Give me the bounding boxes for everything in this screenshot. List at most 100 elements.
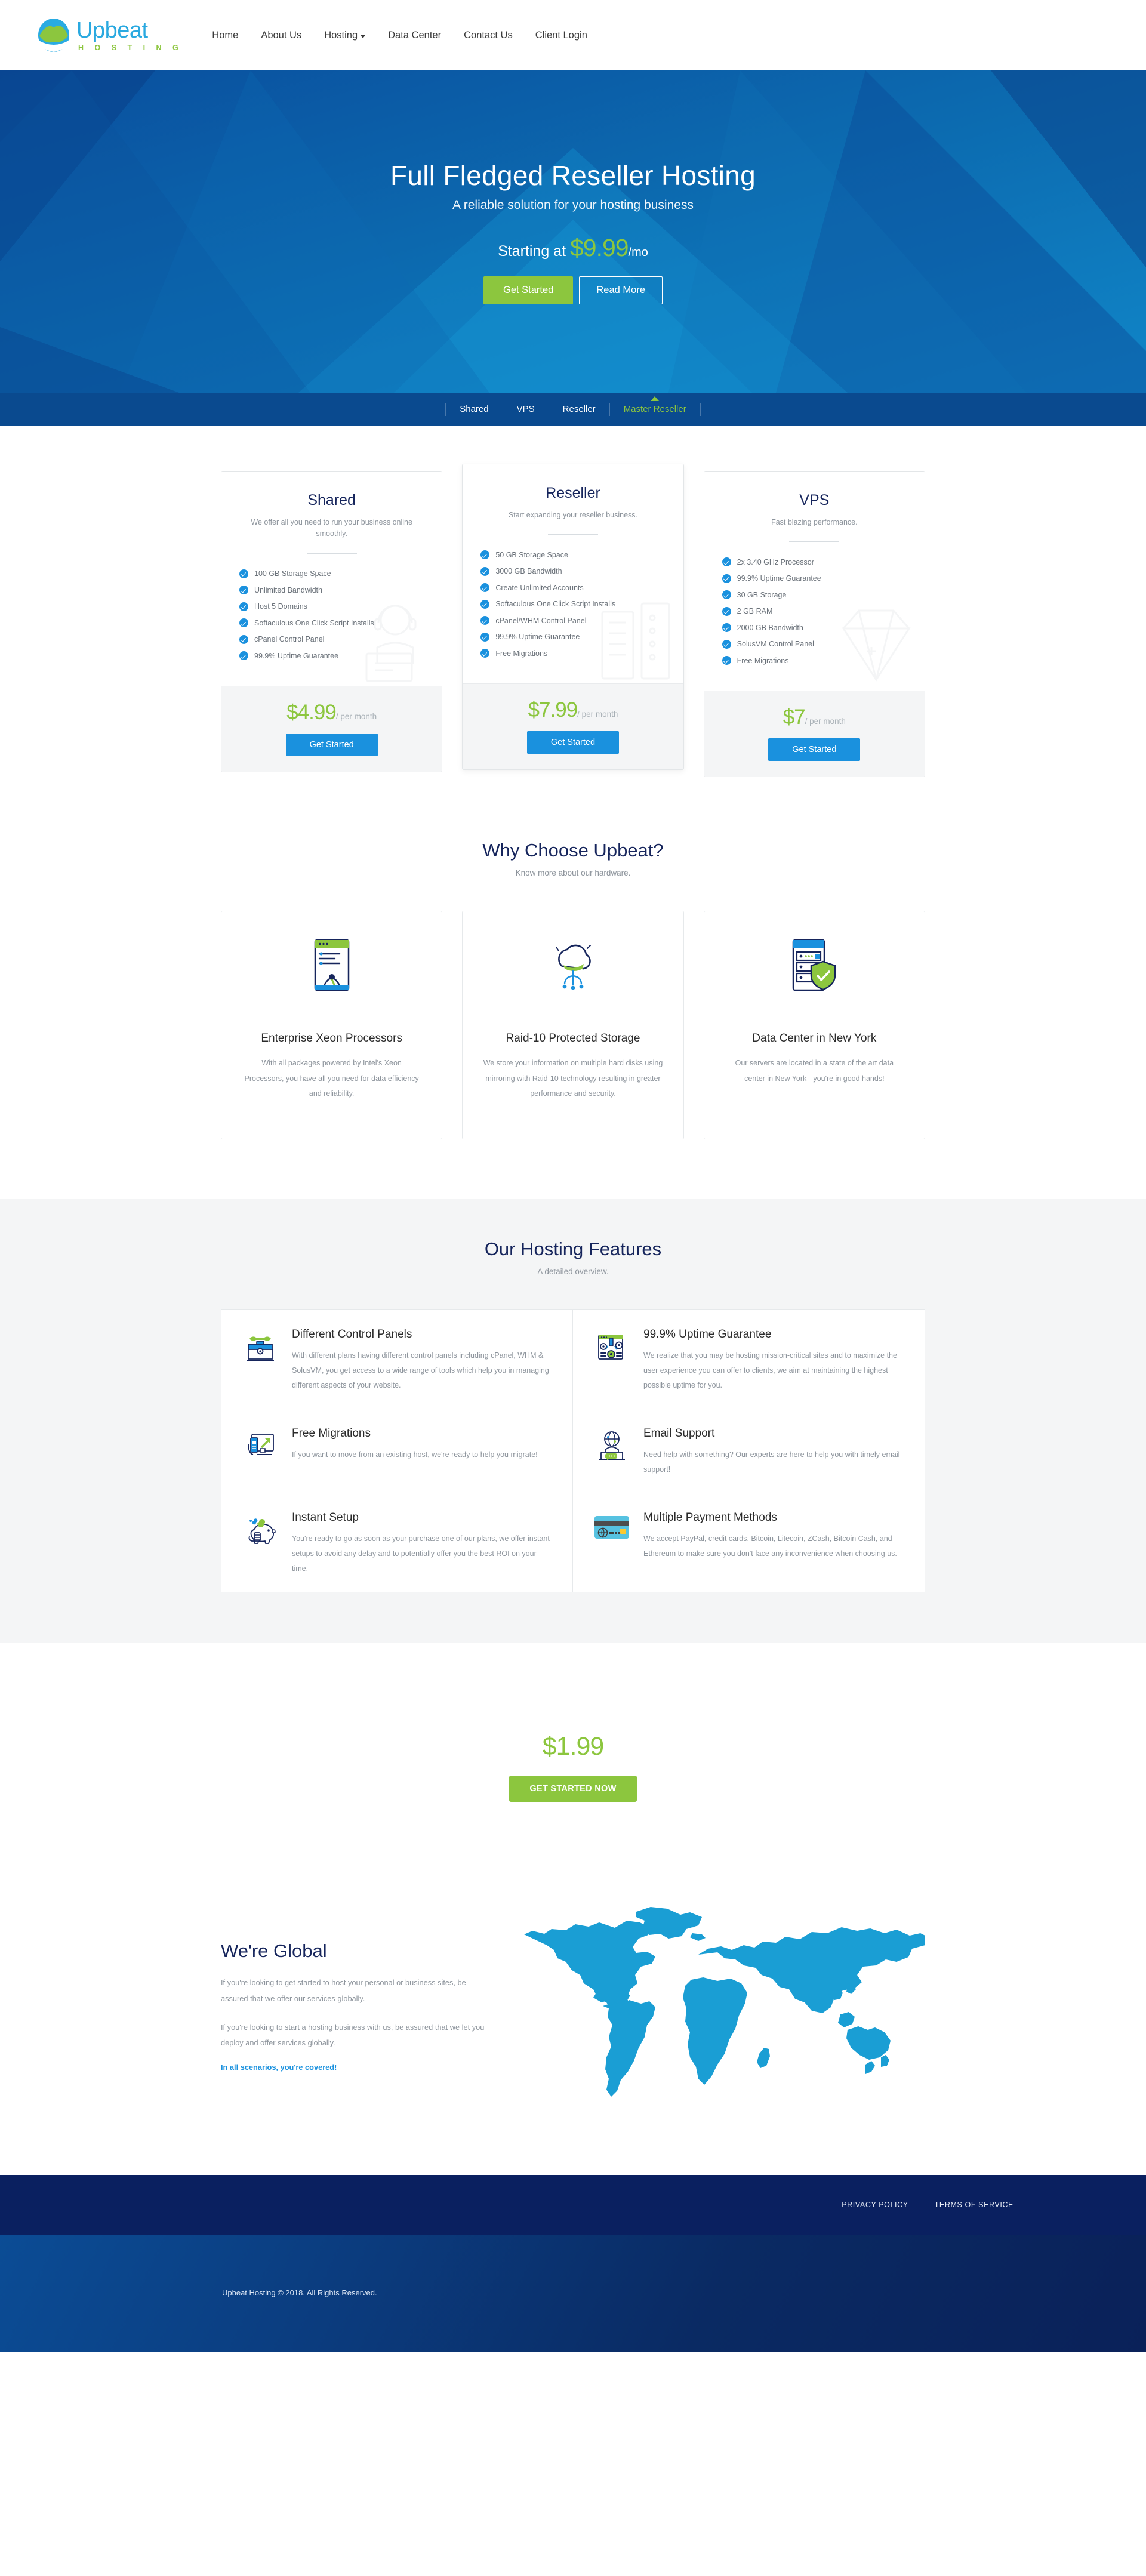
tab-reseller[interactable]: Reseller — [549, 403, 610, 416]
feature-label: 2 GB RAM — [737, 607, 773, 616]
feature-title: 99.9% Uptime Guarantee — [643, 1327, 772, 1341]
footer-link-privacy-policy[interactable]: PRIVACY POLICY — [842, 2201, 908, 2209]
hero-get-started-button[interactable]: Get Started — [483, 276, 574, 304]
global-inner: We're Global If you're looking to get st… — [221, 1903, 930, 2103]
feature-body: We realize that you may be hosting missi… — [643, 1351, 897, 1389]
feature-label: 3000 GB Bandwidth — [495, 567, 562, 576]
feature-label: SolusVM Control Panel — [737, 640, 814, 649]
plan-feature: 100 GB Storage Space — [239, 569, 424, 578]
nav-item-about-us[interactable]: About Us — [249, 24, 313, 47]
plan-feature: Host 5 Domains — [239, 602, 424, 611]
global-paragraph-1: If you're looking to get started to host… — [221, 1978, 466, 2003]
cta-get-started-now-button[interactable]: GET STARTED NOW — [509, 1775, 637, 1802]
feature-title: Free Migrations — [292, 1426, 371, 1440]
why-card-datacenter: Data Center in New York Our servers are … — [703, 910, 925, 1139]
plan-feature: 2x 3.40 GHz Processor — [722, 557, 907, 567]
feature-text: 99.9% Uptime Guarantee We realize that y… — [643, 1328, 904, 1393]
hero-content: Full Fledged Reseller Hosting A reliable… — [0, 70, 1146, 304]
tab-label: Master Reseller — [623, 404, 686, 414]
feature-cell-free-migrations: Free Migrations If you want to move from… — [221, 1409, 573, 1493]
check-circle-icon — [239, 602, 248, 611]
migration-screen-icon — [242, 1427, 279, 1477]
global-paragraph-2: If you're looking to start a hosting bus… — [221, 2022, 485, 2047]
nav-label: About Us — [261, 29, 302, 41]
credit-card-icon — [593, 1511, 630, 1576]
plan-features: 2x 3.40 GHz Processor 99.9% Uptime Guara… — [722, 557, 907, 665]
plan-feature: Free Migrations — [722, 656, 907, 665]
feature-text: Instant Setup You're ready to go as soon… — [292, 1511, 552, 1576]
upbeat-logo-icon — [37, 18, 70, 53]
check-circle-icon — [480, 599, 490, 609]
copyright-text: Upbeat Hosting © 2018. All Rights Reserv… — [222, 2288, 377, 2298]
divider — [789, 541, 840, 543]
feature-label: 99.9% Uptime Guarantee — [254, 651, 339, 660]
check-circle-icon — [239, 634, 248, 644]
plan-body: Reseller Start expanding your reseller b… — [463, 464, 683, 683]
nav-label: Client Login — [535, 29, 587, 41]
server-shield-icon — [725, 938, 904, 995]
why-card-title: Enterprise Xeon Processors — [261, 1031, 402, 1044]
plan-feature: 99.9% Uptime Guarantee — [239, 651, 424, 661]
feature-label: Create Unlimited Accounts — [495, 583, 584, 592]
feature-label: 100 GB Storage Space — [254, 569, 331, 578]
why-card-text: With all packages powered by Intel's Xeo… — [244, 1058, 419, 1098]
why-card-raid10: Raid-10 Protected Storage We store your … — [462, 910, 684, 1139]
plan-card-reseller[interactable]: Reseller Start expanding your reseller b… — [462, 464, 684, 770]
nav-item-hosting[interactable]: Hosting — [313, 24, 377, 47]
plan-card-vps[interactable]: VPS Fast blazing performance. 2x 3.40 GH… — [703, 471, 925, 777]
nav-item-home[interactable]: Home — [201, 24, 249, 47]
world-map-icon — [513, 1903, 930, 2103]
plan-card-shared[interactable]: Shared We offer all you need to run your… — [221, 471, 443, 772]
nav-label: Hosting — [324, 29, 358, 41]
plan-name: Shared — [307, 492, 356, 509]
feature-label: 50 GB Storage Space — [495, 550, 568, 559]
nav-item-contact-us[interactable]: Contact Us — [452, 24, 524, 47]
nav-item-client-login[interactable]: Client Login — [524, 24, 599, 47]
world-map-column — [513, 1903, 930, 2103]
footer-links-bar: PRIVACY POLICY TERMS OF SERVICE — [0, 2174, 1146, 2235]
cpu-monitor-icon — [242, 938, 421, 995]
feature-cell-email-support: Email Support Need help with something? … — [573, 1409, 925, 1493]
plan-footer: $4.99/ per month Get Started — [221, 685, 442, 772]
global-covered-link[interactable]: In all scenarios, you're covered! — [221, 2063, 489, 2072]
plan-get-started-button[interactable]: Get Started — [526, 731, 620, 754]
why-card-text: We store your information on multiple ha… — [483, 1058, 663, 1098]
nav-label: Contact Us — [464, 29, 513, 41]
feature-body: Need help with something? Our experts ar… — [643, 1450, 900, 1474]
feature-cell-instant-setup: Instant Setup You're ready to go as soon… — [221, 1493, 573, 1592]
tab-shared[interactable]: Shared — [445, 403, 503, 416]
check-circle-icon — [239, 586, 248, 595]
footer-link-terms-of-service[interactable]: TERMS OF SERVICE — [935, 2201, 1013, 2209]
plan-feature: 3000 GB Bandwidth — [480, 566, 665, 576]
divider — [547, 534, 598, 535]
plan-get-started-button[interactable]: Get Started — [768, 738, 861, 761]
nav-item-data-center[interactable]: Data Center — [377, 24, 452, 47]
check-circle-icon — [480, 649, 490, 658]
feature-label: Free Migrations — [495, 649, 548, 658]
tab-master-reseller[interactable]: Master Reseller — [610, 396, 701, 416]
plan-price-period: / per month — [805, 716, 846, 726]
check-circle-icon — [722, 590, 731, 600]
plan-get-started-button[interactable]: Get Started — [285, 733, 378, 756]
why-card-title: Data Center in New York — [752, 1031, 877, 1044]
plan-price-period: / per month — [577, 709, 618, 719]
global-section: We're Global If you're looking to get st… — [0, 1885, 1146, 2175]
plan-feature: SolusVM Control Panel — [722, 639, 907, 649]
plan-feature: 30 GB Storage — [722, 590, 907, 600]
plan-feature: 2000 GB Bandwidth — [722, 623, 907, 633]
site-logo[interactable]: Upbeat H O S T I N G — [37, 18, 183, 53]
why-choose-section: Why Choose Upbeat? Know more about our h… — [0, 839, 1146, 1199]
hero-price-suffix: /mo — [628, 245, 648, 259]
plan-type-tabstrip: Shared VPS Reseller Master Reseller — [0, 393, 1146, 426]
plan-body: Shared We offer all you need to run your… — [221, 472, 442, 686]
tab-vps[interactable]: VPS — [503, 403, 549, 416]
features-title: Our Hosting Features — [484, 1238, 662, 1259]
global-title: We're Global — [221, 1940, 327, 1962]
check-circle-icon — [722, 639, 731, 649]
hero-read-more-button[interactable]: Read More — [579, 276, 663, 304]
feature-cell-control-panels: Different Control Panels With different … — [221, 1309, 573, 1409]
feature-label: Softaculous One Click Script Installs — [495, 600, 616, 609]
check-circle-icon — [722, 656, 731, 665]
check-circle-icon — [722, 606, 731, 616]
hero-buttons: Get Started Read More — [0, 276, 1146, 304]
